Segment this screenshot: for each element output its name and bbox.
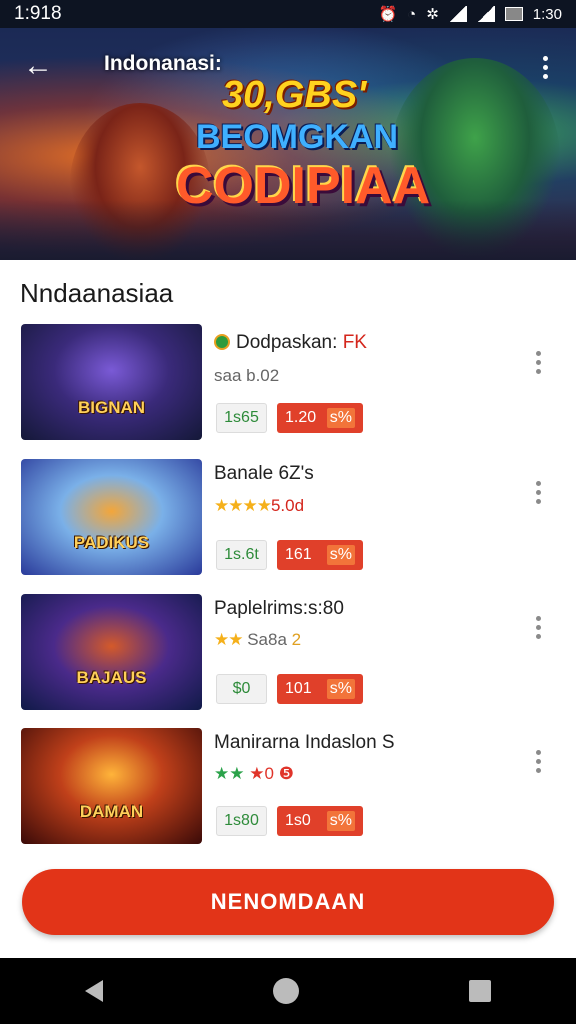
hero-title: Indonanasi: — [104, 52, 222, 75]
game-title: Paplelrims:s:80 — [214, 598, 344, 619]
game-rating: ★★ Sa8a 2 — [214, 630, 302, 649]
price-tag: $0 — [216, 674, 267, 704]
rating-stars: ★★★★ — [214, 496, 272, 515]
game-title: Dodpaskan: FK — [214, 332, 367, 354]
discount-tag[interactable]: 161 s% — [277, 540, 363, 570]
hero-banner[interactable]: ← Indonanasi: 30,GBS' BEOMGKAN CODIPIAA — [0, 28, 576, 260]
game-thumbnail[interactable]: BAJAUS — [21, 594, 202, 710]
thumbnail-label: DAMAN — [79, 802, 144, 821]
promo-line-1: 30,GBS' — [222, 74, 367, 116]
discount-tag[interactable]: 1s0 s% — [277, 806, 363, 836]
item-more-icon[interactable] — [527, 347, 549, 377]
list-item[interactable]: PADIKUS Banale 6Z's ★★★★5.0d 1s.6t 161 s% — [0, 455, 576, 575]
item-more-icon[interactable] — [527, 477, 549, 507]
back-arrow-icon[interactable]: ← — [18, 50, 58, 82]
list-item[interactable]: BIGNAN Dodpaskan: FK saa b.02 1s65 1.20 s… — [0, 320, 576, 440]
wifi-icon: ◔ — [407, 5, 417, 23]
game-rating: ★★★★5.0d — [214, 496, 305, 515]
status-icons: ⏰ ◔ ✲ 1:30 — [378, 5, 562, 24]
primary-cta-button[interactable]: NENOMDAAN — [22, 869, 554, 935]
promo-line-3: CODIPIAA — [176, 157, 431, 215]
badge-icon — [214, 334, 230, 350]
game-title: Banale 6Z's — [214, 463, 314, 484]
more-options-icon[interactable] — [530, 50, 560, 84]
alarm-icon: ⏰ — [378, 6, 398, 23]
game-subtitle: saa b.02 — [214, 366, 280, 385]
game-thumbnail[interactable]: PADIKUS — [21, 459, 202, 575]
system-nav-bar — [0, 958, 576, 1024]
status-time-left: 1:918 — [14, 3, 62, 24]
rating-stars: ★★ — [214, 630, 244, 649]
nav-recents-icon[interactable] — [469, 980, 491, 1002]
list-item[interactable]: DAMAN Manirarna Indaslon S ★★ ★0 ❺ 1s80 … — [0, 724, 576, 844]
price-tag: 1s65 — [216, 403, 267, 433]
price-tag: 1s80 — [216, 806, 267, 836]
game-title: Manirarna Indaslon S — [214, 732, 395, 753]
thumbnail-label: BIGNAN — [77, 398, 146, 417]
thumbnail-label: PADIKUS — [73, 533, 150, 552]
vibrate-icon: ✲ — [426, 6, 439, 23]
game-rating: ★★ ★0 ❺ — [214, 764, 294, 783]
signal-icon-2 — [476, 6, 495, 22]
list-item[interactable]: BAJAUS Paplelrims:s:80 ★★ Sa8a 2 $0 101 s… — [0, 590, 576, 710]
status-bar: 1:918 ⏰ ◔ ✲ 1:30 — [0, 0, 576, 28]
promo-line-2: BEOMGKAN — [196, 118, 399, 156]
nav-back-icon[interactable] — [85, 980, 103, 1002]
battery-icon — [504, 7, 523, 21]
game-thumbnail[interactable]: BIGNAN — [21, 324, 202, 440]
discount-tag[interactable]: 101 s% — [277, 674, 363, 704]
game-thumbnail[interactable]: DAMAN — [21, 728, 202, 844]
nav-home-icon[interactable] — [273, 978, 299, 1004]
section-title: Nndaanasiaa — [20, 278, 174, 308]
thumbnail-label: BAJAUS — [76, 668, 147, 687]
item-more-icon[interactable] — [527, 746, 549, 776]
status-time-right: 1:30 — [532, 5, 562, 23]
item-more-icon[interactable] — [527, 612, 549, 642]
price-tag: 1s.6t — [216, 540, 267, 570]
signal-icon — [448, 6, 467, 22]
rating-stars: ★★ — [214, 764, 245, 783]
discount-tag[interactable]: 1.20 s% — [277, 403, 363, 433]
